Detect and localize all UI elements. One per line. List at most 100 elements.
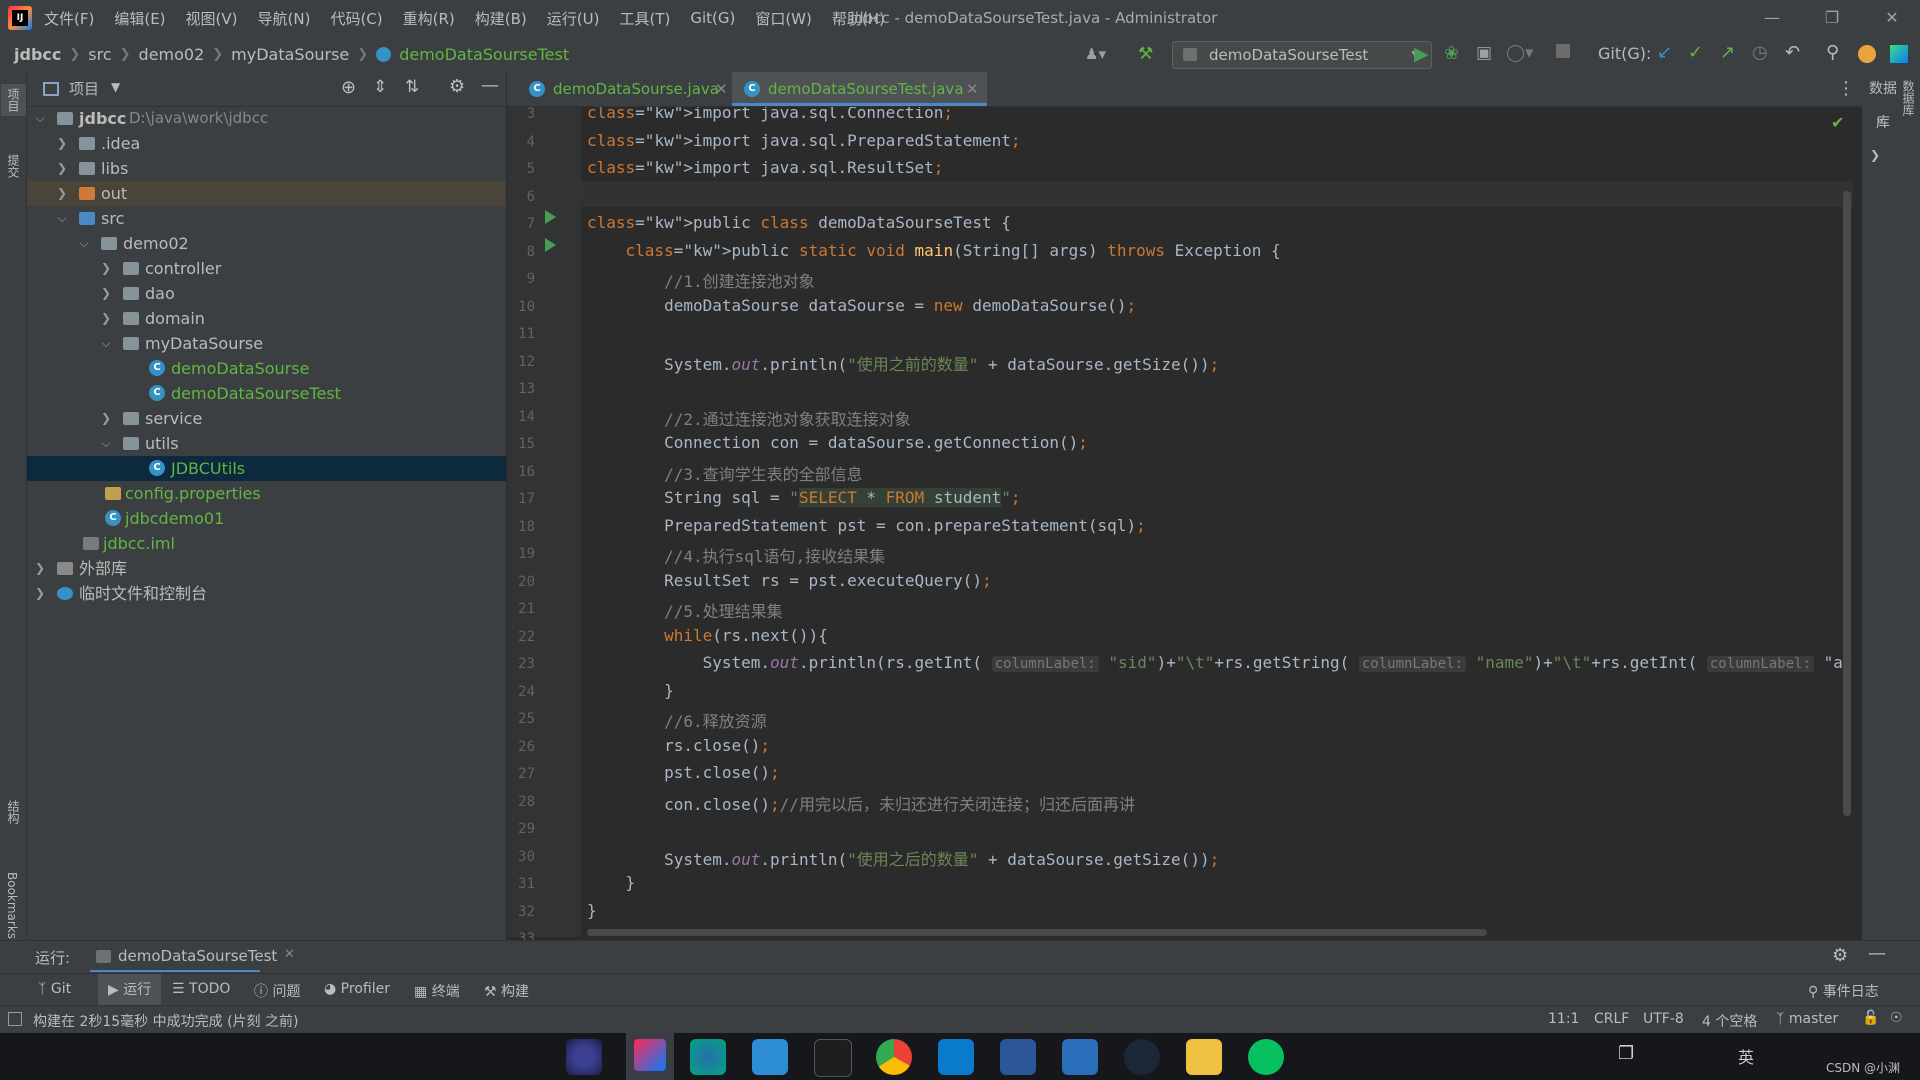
code-line[interactable]: } xyxy=(587,681,674,700)
menu-view[interactable]: 视图(V) xyxy=(186,8,238,29)
update-icon[interactable] xyxy=(1858,45,1876,63)
tree-item-config-properties[interactable]: config.properties xyxy=(27,481,506,506)
tree-item-demodatasourse[interactable]: C demoDataSourse xyxy=(27,356,506,381)
database-panel-title[interactable]: 数据库 xyxy=(1863,72,1903,131)
run-configuration-select[interactable]: demoDataSourseTest ▼ xyxy=(1172,41,1432,69)
breadcrumb-project[interactable]: jdbcc xyxy=(14,45,61,64)
restore-icon[interactable]: ❐ xyxy=(1802,0,1862,36)
tree-item-idea[interactable]: ❯ .idea xyxy=(27,131,506,156)
wechat-app-icon[interactable] xyxy=(1248,1039,1284,1075)
chevron-right-icon[interactable]: ❯ xyxy=(101,281,111,306)
gear-icon[interactable]: ⚙ xyxy=(449,76,465,97)
steam-app-icon[interactable] xyxy=(1124,1039,1160,1075)
hide-panel-icon[interactable]: — xyxy=(481,75,499,96)
browser-app-icon[interactable] xyxy=(690,1039,726,1075)
chevron-right-icon[interactable]: ❯ xyxy=(57,156,67,181)
code-line[interactable]: ResultSet rs = pst.executeQuery(); xyxy=(587,571,992,590)
tree-item-mydatasourse[interactable]: ⌵ myDataSourse xyxy=(27,331,506,356)
code-line[interactable]: //2.通过连接池对象获取连接对象 xyxy=(587,406,911,430)
search-icon[interactable]: ⚲ xyxy=(1826,42,1839,63)
code-line[interactable]: System.out.println(rs.getInt( columnLabe… xyxy=(587,653,1853,672)
chevron-down-icon[interactable]: ⌵ xyxy=(79,231,89,256)
tree-item-demodatasoursetest[interactable]: C demoDataSourseTest xyxy=(27,381,506,406)
menu-navigate[interactable]: 导航(N) xyxy=(258,8,311,29)
code-line[interactable]: //6.释放资源 xyxy=(587,708,767,732)
plugin-icon[interactable] xyxy=(1890,45,1908,63)
coverage-icon[interactable]: ▣ xyxy=(1476,43,1492,63)
horizontal-scrollbar[interactable] xyxy=(587,929,1487,936)
more-options-icon[interactable]: ⋮ xyxy=(1837,78,1855,99)
inspection-ok-icon[interactable]: ✔ xyxy=(1831,113,1844,132)
task-view-icon[interactable]: ❐ xyxy=(1618,1043,1634,1064)
caret-position[interactable]: 11:1 xyxy=(1548,1011,1579,1027)
code-line[interactable]: //4.执行sql语句,接收结果集 xyxy=(587,543,885,567)
project-panel-title[interactable]: 项目 xyxy=(69,78,99,99)
close-icon[interactable]: ✕ xyxy=(1862,0,1920,36)
chevron-right-icon[interactable]: ❯ xyxy=(1870,148,1880,162)
git-update-icon[interactable]: ↙ xyxy=(1657,42,1672,63)
run-icon[interactable]: ▶ xyxy=(1414,43,1429,65)
indent-setting[interactable]: 4 个空格 xyxy=(1702,1011,1757,1031)
run-main-icon[interactable] xyxy=(545,238,556,252)
remote-app-icon[interactable] xyxy=(752,1039,788,1075)
chevron-right-icon[interactable]: ❯ xyxy=(101,306,111,331)
tree-item-src[interactable]: ⌵ src xyxy=(27,206,506,231)
code-line[interactable]: class="kw">import java.sql.PreparedState… xyxy=(587,131,1021,150)
code-line[interactable]: Connection con = dataSourse.getConnectio… xyxy=(587,433,1088,452)
tab-demodatasourse[interactable]: C demoDataSourse.java ✕ xyxy=(517,72,732,106)
git-push-icon[interactable]: ↗ xyxy=(1720,42,1735,63)
tree-item-jdbcc[interactable]: ⌵ jdbcc D:\java\work\jdbcc xyxy=(27,106,506,131)
code-line[interactable]: pst.close(); xyxy=(587,763,780,782)
locate-icon[interactable]: ⊕ xyxy=(341,77,356,98)
code-line[interactable]: } xyxy=(587,873,636,892)
git-branch[interactable]: ᛉ master xyxy=(1776,1011,1838,1027)
debug-icon[interactable]: ❀ xyxy=(1444,43,1459,64)
menu-code[interactable]: 代码(C) xyxy=(330,8,382,29)
menu-tools[interactable]: 工具(T) xyxy=(619,8,670,29)
tree-item-dao[interactable]: ❯ dao xyxy=(27,281,506,306)
stop-icon[interactable] xyxy=(1556,44,1570,58)
breadcrumb-src[interactable]: src xyxy=(88,45,111,64)
memory-indicator-icon[interactable]: ☉ xyxy=(1890,1010,1903,1026)
code-line[interactable]: PreparedStatement pst = con.prepareState… xyxy=(587,516,1146,535)
chevron-right-icon[interactable]: ❯ xyxy=(101,256,111,281)
menu-run[interactable]: 运行(U) xyxy=(547,8,600,29)
menu-build[interactable]: 构建(B) xyxy=(475,8,527,29)
tree-item-demo02[interactable]: ⌵ demo02 xyxy=(27,231,506,256)
bookmarks-tool-tab[interactable]: Bookmarks xyxy=(5,872,19,939)
profile-icon[interactable]: ◯▾ xyxy=(1506,43,1534,63)
chevron-down-icon[interactable]: ▼ xyxy=(111,80,120,94)
chevron-right-icon[interactable]: ❯ xyxy=(57,181,67,206)
chevron-right-icon[interactable]: ❯ xyxy=(35,556,45,581)
chevron-right-icon[interactable]: ❯ xyxy=(57,131,67,156)
code-line[interactable]: } xyxy=(587,901,597,920)
tab-demodatasoursetest[interactable]: C demoDataSourseTest.java ✕ xyxy=(732,72,987,106)
intellij-app-active[interactable] xyxy=(626,1033,674,1080)
structure-tool-tab[interactable]: 结构 xyxy=(5,800,22,824)
rollback-icon[interactable]: ↶ xyxy=(1785,42,1800,63)
code-line[interactable]: demoDataSourse dataSourse = new demoData… xyxy=(587,296,1136,315)
code-line[interactable]: //1.创建连接池对象 xyxy=(587,268,815,292)
todo-tool-button[interactable]: ☰ TODO xyxy=(172,981,230,997)
collapse-all-icon[interactable]: ⇅ xyxy=(405,77,419,97)
chevron-down-icon[interactable]: ⌵ xyxy=(57,206,67,231)
code-line[interactable]: rs.close(); xyxy=(587,736,770,755)
terminal-tool-button[interactable]: ▦ 终端 xyxy=(414,981,460,1001)
expand-all-icon[interactable]: ⇕ xyxy=(373,77,387,97)
chevron-down-icon[interactable]: ⌵ xyxy=(101,331,111,356)
breadcrumb-demo02[interactable]: demo02 xyxy=(139,45,205,64)
breadcrumb-class[interactable]: demoDataSourseTest xyxy=(399,45,569,64)
intellij-logo-icon[interactable]: IJ xyxy=(8,6,32,30)
code-line[interactable]: class="kw">public static void main(Strin… xyxy=(587,241,1281,260)
user-icon[interactable]: ♟▾ xyxy=(1085,45,1106,63)
todo-app-icon[interactable] xyxy=(1062,1039,1098,1075)
ime-indicator[interactable]: 英 xyxy=(1738,1044,1754,1068)
terminal-app-icon[interactable] xyxy=(814,1039,852,1077)
tree-item-scratches[interactable]: ❯ 临时文件和控制台 xyxy=(27,581,506,606)
code-line[interactable]: //5.处理结果集 xyxy=(587,598,783,622)
git-commit-icon[interactable]: ✓ xyxy=(1688,42,1703,63)
build-tool-button[interactable]: ⚒ 构建 xyxy=(484,981,529,1001)
profiler-tool-button[interactable]: ◕ Profiler xyxy=(324,981,390,997)
tree-item-service[interactable]: ❯ service xyxy=(27,406,506,431)
chevron-right-icon[interactable]: » xyxy=(1876,114,1883,128)
